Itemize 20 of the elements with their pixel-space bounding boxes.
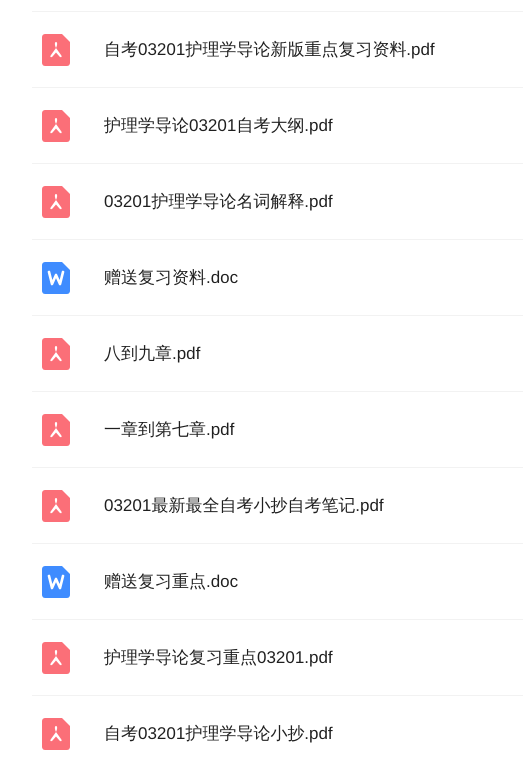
pdf-file-icon xyxy=(42,34,70,66)
word-file-icon xyxy=(42,566,70,598)
file-name[interactable]: 03201最新最全自考小抄自考笔记.pdf xyxy=(104,492,384,518)
pdf-file-icon xyxy=(42,186,70,218)
pdf-file-icon xyxy=(42,110,70,142)
word-file-icon xyxy=(42,262,70,294)
file-name[interactable]: 赠送复习资料.doc xyxy=(104,264,238,290)
file-name[interactable]: 护理学导论03201自考大纲.pdf xyxy=(104,112,333,138)
pdf-file-icon xyxy=(42,642,70,674)
pdf-file-icon xyxy=(42,718,70,750)
file-name[interactable]: 自考03201护理学导论新版重点复习资料.pdf xyxy=(104,36,435,62)
file-name[interactable]: 八到九章.pdf xyxy=(104,340,200,366)
file-name[interactable]: 一章到第七章.pdf xyxy=(104,416,234,442)
pdf-file-icon xyxy=(42,338,70,370)
file-name[interactable]: 护理学导论复习重点03201.pdf xyxy=(104,644,333,670)
file-name[interactable]: 03201护理学导论名词解释.pdf xyxy=(104,188,333,214)
pdf-file-icon xyxy=(42,490,70,522)
file-name[interactable]: 自考03201护理学导论小抄.pdf xyxy=(104,720,333,746)
pdf-file-icon xyxy=(42,414,70,446)
file-name[interactable]: 赠送复习重点.doc xyxy=(104,568,238,594)
